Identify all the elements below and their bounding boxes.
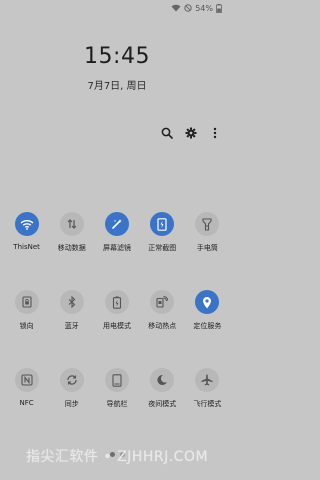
tile-flashlight-label: 手电筒 — [196, 244, 218, 252]
sync-icon — [59, 368, 84, 392]
tile-rotation-lock-label: 锁向 — [19, 322, 34, 330]
tile-blue-light-filter[interactable]: 屏幕滤镜 — [94, 212, 139, 253]
tile-hotspot-label: 移动热点 — [148, 322, 177, 330]
tile-screenshot[interactable]: 正常截图 — [140, 212, 185, 253]
airplane-icon — [195, 368, 220, 392]
search-icon[interactable] — [160, 126, 174, 140]
power-mode-icon — [105, 290, 129, 314]
tile-location-label: 定位服务 — [193, 322, 222, 330]
quick-settings-row-2: 锁向 蓝牙 用电模式 移动热点 定位服务 — [0, 290, 234, 331]
tile-nfc[interactable]: NFC — [4, 368, 49, 409]
tile-nfc-label: NFC — [19, 399, 34, 407]
tile-screenshot-label: 正常截图 — [148, 244, 177, 252]
tile-navigation-bar-label: 导航栏 — [106, 400, 128, 408]
tile-power-mode[interactable]: 用电模式 — [94, 290, 139, 331]
top-actions — [160, 126, 222, 140]
navigation-bar-icon — [105, 368, 129, 392]
wifi-icon — [14, 212, 39, 236]
clock-date: 7月7日, 周日 — [87, 81, 147, 92]
tile-night-mode[interactable]: 夜间模式 — [140, 368, 185, 409]
tile-flashlight[interactable]: 手电筒 — [185, 212, 230, 253]
tile-mobile-data[interactable]: 移动数据 — [49, 212, 94, 253]
night-mode-icon — [150, 368, 175, 392]
tile-night-mode-label: 夜间模式 — [148, 400, 177, 408]
tile-blue-light-filter-label: 屏幕滤镜 — [103, 244, 131, 252]
bluetooth-icon — [59, 290, 84, 314]
nfc-icon — [14, 368, 39, 392]
screenshot-icon — [150, 212, 175, 236]
tile-sync-label: 同步 — [64, 400, 79, 408]
battery-icon — [216, 3, 222, 13]
more-vert-icon[interactable] — [208, 126, 222, 140]
mobile-data-icon — [59, 212, 84, 236]
tile-bluetooth[interactable]: 蓝牙 — [49, 290, 94, 331]
tile-airplane-label: 飞行模式 — [193, 400, 222, 408]
wifi-status-icon — [171, 4, 181, 12]
quick-settings-row-3: NFC 同步 导航栏 夜间模式 飞行模式 — [0, 368, 234, 409]
status-bar: 54% — [0, 0, 234, 16]
tile-location[interactable]: 定位服务 — [185, 290, 230, 331]
tile-hotspot[interactable]: 移动热点 — [140, 290, 185, 331]
tile-sync[interactable]: 同步 — [49, 368, 94, 409]
tile-bluetooth-label: 蓝牙 — [64, 322, 79, 330]
flashlight-icon — [195, 212, 220, 236]
clock-time: 15:45 — [84, 44, 150, 69]
tile-airplane[interactable]: 飞行模式 — [185, 368, 230, 409]
tile-power-mode-label: 用电模式 — [103, 322, 131, 330]
gear-icon[interactable] — [184, 126, 198, 140]
location-icon — [195, 290, 220, 314]
rotation-lock-icon — [14, 290, 39, 314]
tile-wifi[interactable]: ThisNet — [4, 212, 49, 253]
blue-light-filter-icon — [105, 212, 129, 236]
hotspot-icon — [150, 290, 175, 314]
tile-mobile-data-label: 移动数据 — [57, 244, 86, 252]
watermark: 指尖汇软件 • ZJHHRJ.COM — [25, 449, 209, 465]
do-not-disturb-icon — [184, 4, 192, 12]
tile-navigation-bar[interactable]: 导航栏 — [94, 368, 139, 409]
tile-rotation-lock[interactable]: 锁向 — [4, 290, 49, 331]
tile-wifi-label: ThisNet — [13, 243, 40, 251]
quick-settings-row-1: ThisNet 移动数据 屏幕滤镜 正常截图 手电筒 — [0, 212, 234, 253]
battery-percent: 54% — [195, 3, 213, 13]
